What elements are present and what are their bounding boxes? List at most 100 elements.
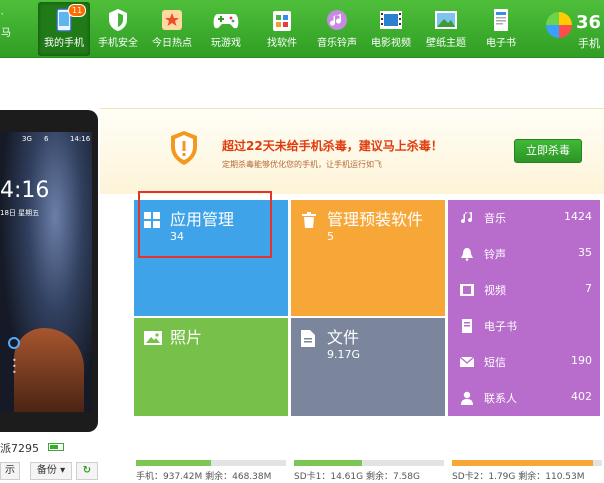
highlight-box: [138, 191, 272, 258]
tile-title: 文件: [327, 328, 360, 347]
music-note-icon: [460, 211, 474, 225]
trash-icon: [301, 212, 317, 228]
app-window: ‵ 马 11 我的手机 手机安全 今日热点 玩游戏 找软件 音乐铃声 电影视频 …: [0, 0, 604, 483]
status-time: 14:16: [70, 135, 91, 143]
document-icon: [301, 330, 317, 347]
photo-icon: [144, 330, 162, 346]
nav-label: 玩游戏: [211, 38, 241, 49]
brand-name: 36: [576, 12, 602, 33]
mail-icon: [459, 355, 475, 369]
display-button[interactable]: 示: [0, 462, 20, 480]
ebook-icon: [460, 319, 474, 333]
lock-clock: 4:16: [0, 178, 50, 203]
files-tile[interactable]: 文件 9.17G: [291, 318, 445, 416]
nav-label: 壁纸主题: [426, 38, 466, 49]
tile-title: 照片: [170, 328, 203, 347]
brand-subtitle: 手机: [578, 37, 600, 50]
list-item-count: 35: [578, 246, 592, 259]
nav-label: 电影视频: [371, 38, 411, 49]
list-item-music[interactable]: 音乐 1424: [448, 200, 600, 236]
backup-button[interactable]: 备份 ▾: [30, 462, 72, 480]
nav-label: 我的手机: [44, 38, 84, 49]
notification-badge: 11: [68, 4, 87, 17]
video-icon: [460, 283, 474, 297]
nav-movies-videos[interactable]: 电影视频: [365, 2, 417, 56]
nav-ebooks[interactable]: 电子书: [475, 2, 527, 56]
stub-text-1: ‵: [1, 12, 4, 23]
nav-label: 手机安全: [98, 38, 138, 49]
signal-3g: 3G: [22, 135, 32, 143]
storage-text: SD卡2：1.79G 剩余：110.53M: [452, 472, 585, 482]
list-item-label: 音乐: [484, 212, 506, 225]
photos-tile[interactable]: 照片: [134, 318, 288, 416]
nav-today-hot[interactable]: 今日热点: [146, 2, 198, 56]
nav-my-phone[interactable]: 11 我的手机: [38, 2, 90, 56]
list-item-count: 7: [585, 282, 592, 295]
star-icon: [157, 5, 187, 35]
list-item-ebooks[interactable]: 电子书: [448, 308, 600, 344]
phone-status-bar: 3G 6 14:16: [0, 132, 92, 146]
list-item-label: 电子书: [484, 320, 517, 333]
tile-size: 9.17G: [327, 348, 361, 361]
storage-fill: [294, 460, 362, 466]
media-list: 音乐 1424 铃声 35 视频 7 电子书 短信 190 联系人 402: [448, 200, 600, 416]
shield-icon: [103, 5, 133, 35]
list-item-count: 1424: [564, 210, 592, 223]
preinstalled-software-tile[interactable]: 管理预装软件 5: [291, 200, 445, 316]
list-item-label: 铃声: [484, 248, 506, 261]
nav-phone-security[interactable]: 手机安全: [92, 2, 144, 56]
image-icon: [431, 5, 461, 35]
bell-icon: [460, 247, 474, 261]
nav-label: 音乐铃声: [317, 38, 357, 49]
list-item-label: 联系人: [484, 392, 517, 405]
list-item-messages[interactable]: 短信 190: [448, 344, 600, 380]
book-icon: [486, 5, 516, 35]
storage-text: SD卡1：14.61G 剩余：7.58G: [294, 472, 420, 482]
nav-games[interactable]: 玩游戏: [200, 2, 252, 56]
storage-sd2: SD卡2：1.79G 剩余：110.53M: [452, 460, 602, 482]
device-name: 派7295: [0, 442, 39, 455]
stub-text-2: 马: [1, 28, 11, 39]
film-icon: [376, 5, 406, 35]
list-item-videos[interactable]: 视频 7: [448, 272, 600, 308]
storage-phone: 手机：937.42M 剩余：468.38M: [136, 460, 286, 482]
list-item-contacts[interactable]: 联系人 402: [448, 380, 600, 416]
nav-label: 今日热点: [152, 38, 192, 49]
storage-sd1: SD卡1：14.61G 剩余：7.58G: [294, 460, 444, 482]
tile-title: 管理预装软件: [327, 210, 424, 229]
storage-fill: [452, 460, 593, 466]
list-item-label: 短信: [484, 356, 506, 369]
storage-fill: [136, 460, 211, 466]
apps-icon: [267, 5, 297, 35]
nav-find-software[interactable]: 找软件: [256, 2, 308, 56]
nav-music-ringtones[interactable]: 音乐铃声: [311, 2, 363, 56]
phone-preview: 3G 6 14:16 4:16 18日 星期五 • • •: [0, 110, 98, 432]
antivirus-alert: 超过22天未给手机杀毒，建议马上杀毒！ 定期杀毒能够优化您的手机，让手机运行如飞…: [100, 108, 604, 194]
phone-screen: 3G 6 14:16 4:16 18日 星期五 • • •: [0, 132, 92, 412]
alert-subtitle: 定期杀毒能够优化您的手机，让手机运行如飞: [222, 160, 382, 169]
tile-count: 5: [327, 230, 334, 243]
nav-label: 电子书: [486, 38, 516, 49]
storage-bar: [136, 460, 286, 466]
storage-text: 手机：937.42M 剩余：468.38M: [136, 472, 272, 482]
list-item-ringtones[interactable]: 铃声 35: [448, 236, 600, 272]
wallpaper-rock: [14, 328, 84, 412]
contact-icon: [460, 391, 474, 405]
brand-logo-icon: [546, 12, 572, 38]
unlock-ring-icon: [8, 337, 20, 349]
nav-label: 找软件: [267, 38, 297, 49]
window-left-stub: ‵ 马: [0, 10, 28, 50]
scan-now-button[interactable]: 立即杀毒: [514, 139, 582, 163]
gamepad-icon: [211, 5, 241, 35]
list-item-label: 视频: [484, 284, 506, 297]
more-dots-icon: • • •: [12, 356, 17, 377]
music-icon: [322, 5, 352, 35]
top-toolbar: ‵ 马 11 我的手机 手机安全 今日热点 玩游戏 找软件 音乐铃声 电影视频 …: [0, 0, 604, 58]
lock-date: 18日 星期五: [0, 209, 40, 217]
storage-bar: [452, 460, 602, 466]
refresh-button[interactable]: ↻: [76, 462, 98, 480]
battery-icon: [48, 443, 64, 451]
nav-wallpaper-themes[interactable]: 壁纸主题: [420, 2, 472, 56]
warning-shield-icon: [168, 129, 200, 167]
storage-bar: [294, 460, 444, 466]
